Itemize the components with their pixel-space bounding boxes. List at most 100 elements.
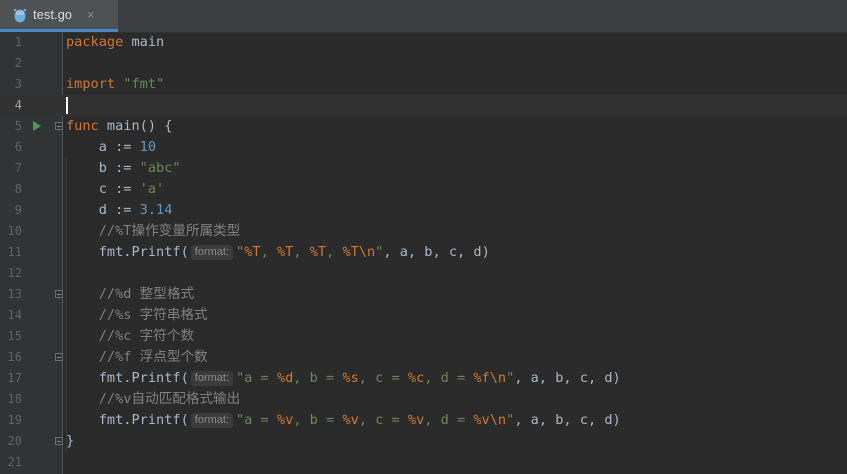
line-number: 21: [7, 455, 22, 469]
code-line[interactable]: 3 import "fmt": [0, 74, 847, 95]
code-token: c :=: [66, 181, 140, 197]
line-number: 11: [7, 245, 22, 259]
code-line[interactable]: 15 //%c 字符个数: [0, 326, 847, 347]
line-number: 15: [7, 329, 22, 343]
code-token: %T: [244, 244, 261, 260]
code-token: fmt.Printf(: [66, 244, 189, 260]
parameter-hint: format:: [190, 371, 233, 386]
code-line[interactable]: 17 fmt.Printf(format: "a = %d, b = %s, c …: [0, 368, 847, 389]
code-line[interactable]: 5 func main() {: [0, 116, 847, 137]
line-number: 2: [14, 56, 22, 70]
code-line[interactable]: 19 fmt.Printf(format: "a = %v, b = %v, c …: [0, 410, 847, 431]
code-line[interactable]: 18 //%v自动匹配格式输出: [0, 389, 847, 410]
code-text: d := 3.14: [66, 200, 173, 221]
fold-icon[interactable]: [55, 353, 63, 361]
code-token: //%f 浮点型个数: [66, 349, 208, 365]
code-line[interactable]: 7 b := "abc": [0, 158, 847, 179]
code-text: import "fmt": [66, 74, 164, 95]
code-token: , b =: [293, 412, 343, 428]
code-token: %v\n: [473, 412, 507, 428]
code-line[interactable]: 4: [0, 95, 847, 116]
code-token: , b =: [293, 370, 343, 386]
code-text: package main: [66, 32, 164, 53]
code-token: //%T操作变量所属类型: [66, 223, 241, 239]
line-number: 4: [14, 98, 22, 112]
code-line[interactable]: 1 package main: [0, 32, 847, 53]
fold-icon[interactable]: [55, 290, 63, 298]
code-text: //%T操作变量所属类型: [66, 221, 241, 242]
go-gopher-icon: [13, 8, 27, 22]
line-number: 16: [7, 350, 22, 364]
code-text: c := 'a': [66, 179, 165, 200]
code-token: , d =: [424, 370, 474, 386]
code-token: %T: [276, 244, 294, 260]
run-icon[interactable]: [33, 121, 41, 131]
line-number: 13: [7, 287, 22, 301]
code-token: //%s 字符串格式: [66, 307, 208, 323]
code-token: fmt.Printf(: [66, 370, 189, 386]
code-token: "a =: [236, 370, 277, 386]
code-token: ,: [293, 244, 310, 260]
code-token: main: [131, 34, 165, 50]
code-token: 'a': [139, 181, 165, 197]
tab-test-go[interactable]: test.go ×: [0, 0, 118, 32]
code-token: %d: [276, 370, 294, 386]
code-token: ": [236, 244, 245, 260]
code-token: "abc": [139, 160, 181, 176]
code-token: //%d 整型格式: [66, 286, 195, 302]
code-token: ,: [260, 244, 277, 260]
close-icon[interactable]: ×: [87, 7, 95, 22]
code-token: import: [66, 76, 124, 92]
code-text: fmt.Printf(format: "%T, %T, %T, %T\n", a,…: [66, 242, 490, 263]
code-token: , c =: [358, 370, 408, 386]
code-token: %f\n: [473, 370, 507, 386]
code-token: a :=: [66, 139, 140, 155]
code-token: d :=: [66, 202, 140, 218]
code-line[interactable]: 21: [0, 452, 847, 473]
code-line[interactable]: 16 //%f 浮点型个数: [0, 347, 847, 368]
code-text: //%d 整型格式: [66, 284, 194, 305]
line-number: 7: [14, 161, 22, 175]
code-line[interactable]: 9 d := 3.14: [0, 200, 847, 221]
code-text: a := 10: [66, 137, 156, 158]
fold-icon[interactable]: [55, 122, 63, 130]
code-text: fmt.Printf(format: "a = %v, b = %v, c = %…: [66, 410, 621, 431]
code-token: b :=: [66, 160, 140, 176]
code-token: 3.14: [139, 202, 173, 218]
code-token: , c =: [358, 412, 408, 428]
code-line[interactable]: 13 //%d 整型格式: [0, 284, 847, 305]
code-line[interactable]: 6 a := 10: [0, 137, 847, 158]
line-number: 3: [14, 77, 22, 91]
line-number: 6: [14, 140, 22, 154]
code-line[interactable]: 14 //%s 字符串格式: [0, 305, 847, 326]
code-line[interactable]: 11 fmt.Printf(format: "%T, %T, %T, %T\n",…: [0, 242, 847, 263]
code-token: , a, b, c, d): [514, 370, 621, 386]
code-editor[interactable]: 1 package main 2 3 import "fmt" 4 5 func main()…: [0, 32, 847, 474]
code-line[interactable]: 20}: [0, 431, 847, 452]
code-token: , a, b, c, d): [514, 412, 621, 428]
code-token: func: [66, 118, 107, 134]
code-text: func main() {: [66, 116, 172, 137]
line-number: 5: [14, 119, 22, 133]
code-line[interactable]: 12: [0, 263, 847, 284]
code-text: //%f 浮点型个数: [66, 347, 208, 368]
code-token: "fmt": [123, 76, 165, 92]
code-line[interactable]: 2: [0, 53, 847, 74]
code-token: "a =: [236, 412, 277, 428]
code-token: , d =: [424, 412, 474, 428]
code-token: //%c 字符个数: [66, 328, 195, 344]
fold-icon[interactable]: [55, 437, 63, 445]
line-number: 19: [7, 413, 22, 427]
line-number: 1: [14, 35, 22, 49]
code-token: package: [66, 34, 132, 50]
parameter-hint: format:: [190, 245, 233, 260]
code-text: //%s 字符串格式: [66, 305, 208, 326]
line-number: 8: [14, 182, 22, 196]
code-line[interactable]: 8 c := 'a': [0, 179, 847, 200]
code-token: , a, b, c, d): [383, 244, 490, 260]
line-number: 20: [7, 434, 22, 448]
code-token: %v: [276, 412, 294, 428]
code-line[interactable]: 10 //%T操作变量所属类型: [0, 221, 847, 242]
line-number: 9: [14, 203, 22, 217]
line-number: 17: [7, 371, 22, 385]
